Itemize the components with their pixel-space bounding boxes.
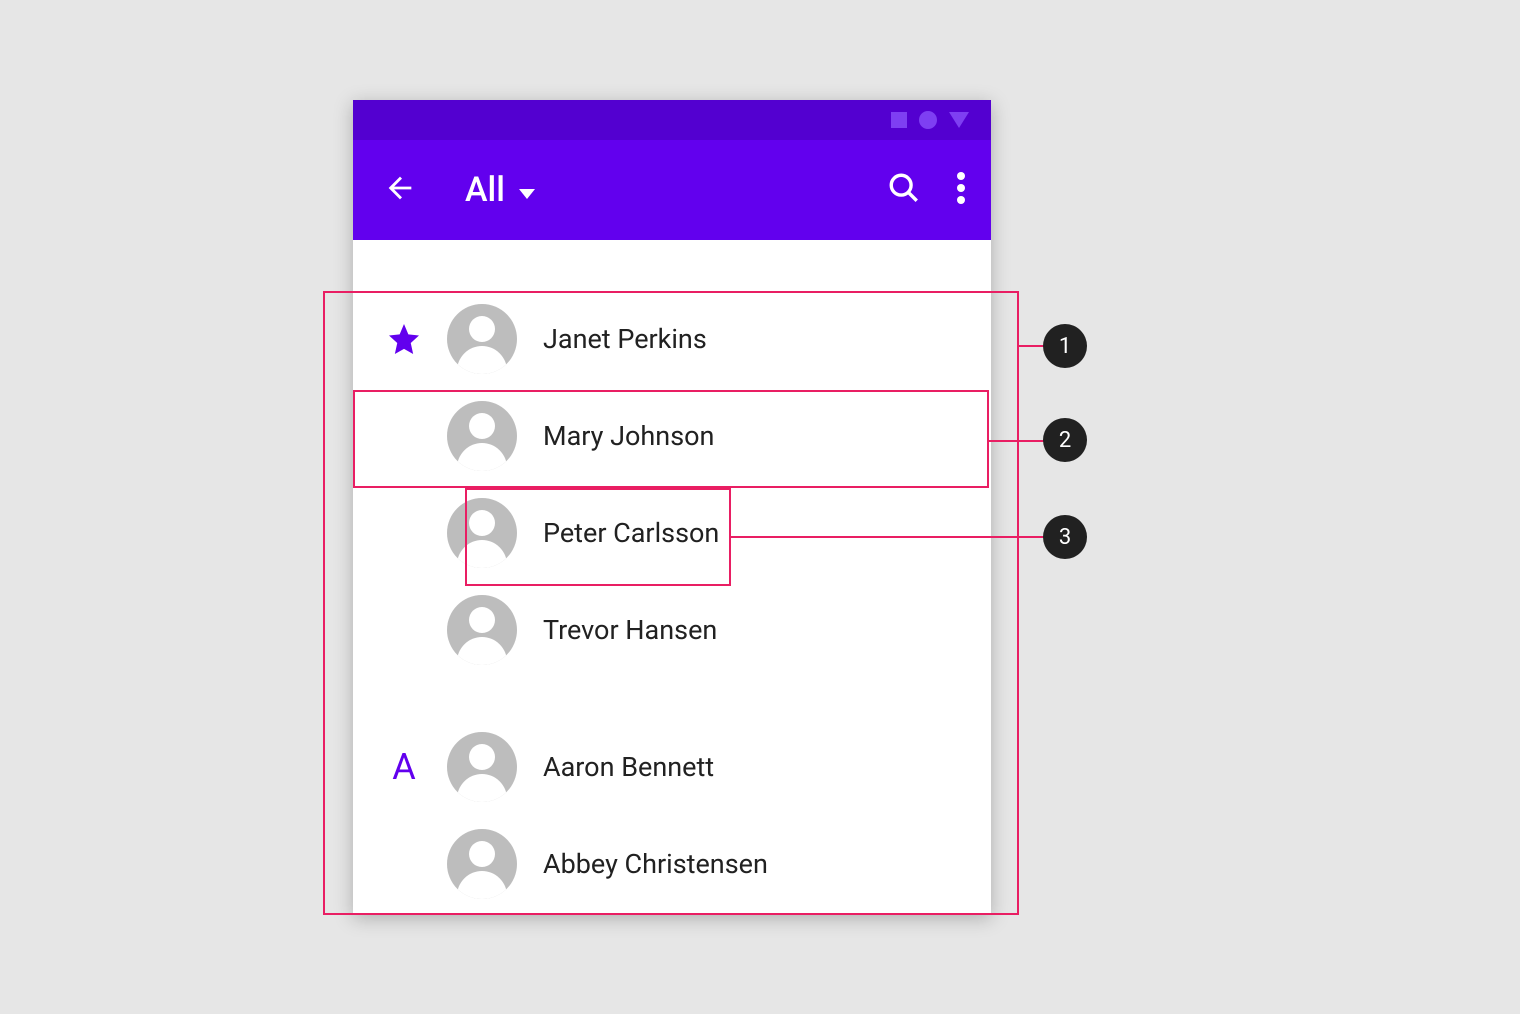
- contact-list: Janet Perkins Mary Johnson Peter Carlsso…: [353, 240, 991, 912]
- annotation-badge-1: 1: [1043, 324, 1087, 368]
- contact-name: Peter Carlsson: [543, 517, 719, 549]
- list-item[interactable]: Trevor Hansen: [353, 581, 991, 678]
- status-circle-icon: [919, 111, 937, 129]
- avatar: [447, 304, 517, 374]
- avatar: [447, 829, 517, 899]
- contact-name: Abbey Christensen: [543, 848, 768, 880]
- search-icon: [887, 171, 921, 205]
- filter-dropdown-label[interactable]: All: [465, 170, 505, 210]
- avatar: [447, 401, 517, 471]
- status-bar: [353, 100, 991, 140]
- dropdown-caret[interactable]: [519, 184, 535, 203]
- app-bar: All: [353, 140, 991, 240]
- avatar: [447, 595, 517, 665]
- star-icon: [386, 321, 422, 357]
- annotation-line-1: [1019, 345, 1060, 347]
- annotation-badge-2: 2: [1043, 418, 1087, 462]
- list-item[interactable]: A Aaron Bennett: [353, 718, 991, 815]
- avatar: [447, 732, 517, 802]
- contact-name: Trevor Hansen: [543, 614, 717, 646]
- list-item[interactable]: Mary Johnson: [353, 387, 991, 484]
- list-item[interactable]: Abbey Christensen: [353, 815, 991, 912]
- more-vert-icon: [957, 172, 965, 204]
- annotation-line-2: [989, 440, 1060, 442]
- caret-down-icon: [519, 189, 535, 199]
- list-item[interactable]: Peter Carlsson: [353, 484, 991, 581]
- section-marker-letter: A: [381, 746, 427, 788]
- overflow-menu-button[interactable]: [957, 172, 965, 208]
- annotation-badge-3: 3: [1043, 515, 1087, 559]
- contact-name: Mary Johnson: [543, 420, 714, 452]
- search-button[interactable]: [887, 171, 921, 209]
- avatar: [447, 498, 517, 568]
- list-item[interactable]: Janet Perkins: [353, 290, 991, 387]
- back-button[interactable]: [383, 171, 417, 209]
- device-frame: All Janet Perkins Mary Johnson Peter: [353, 100, 991, 914]
- contact-name: Janet Perkins: [543, 323, 707, 355]
- contact-name: Aaron Bennett: [543, 751, 714, 783]
- section-marker-star: [381, 321, 427, 357]
- status-square-icon: [891, 112, 907, 128]
- back-arrow-icon: [383, 171, 417, 205]
- status-triangle-icon: [949, 112, 969, 128]
